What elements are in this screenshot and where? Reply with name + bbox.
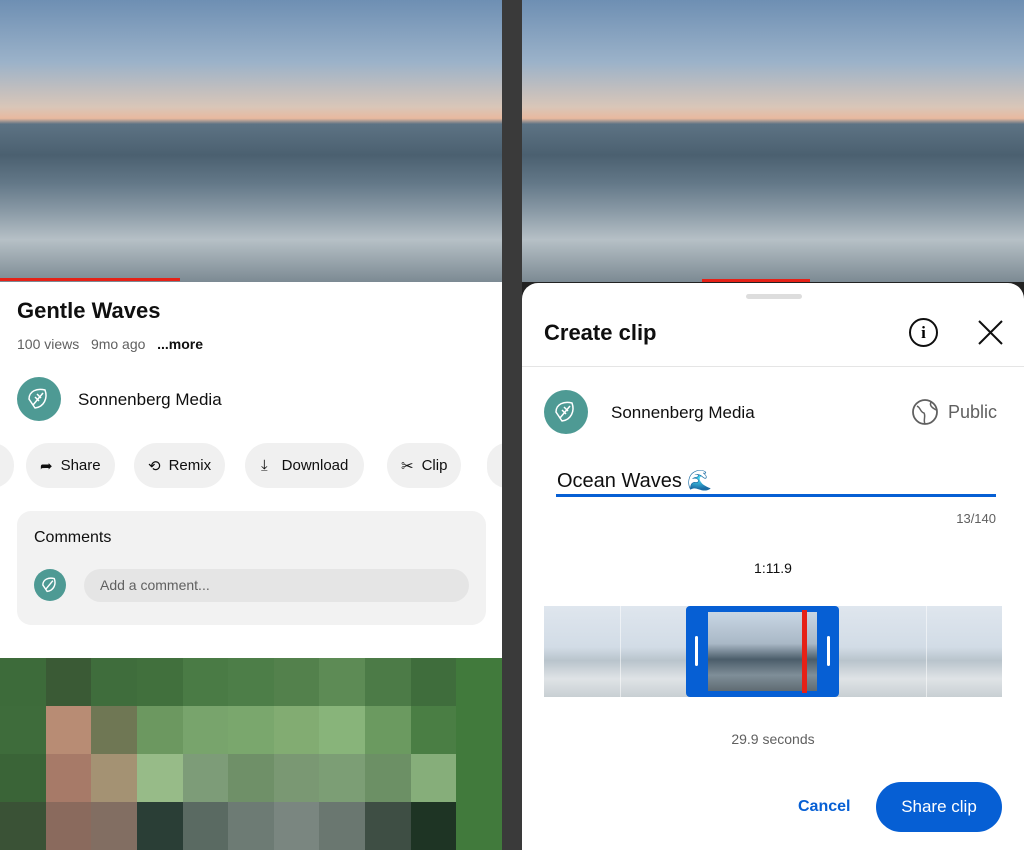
- comments-heading: Comments: [34, 529, 112, 546]
- info-icon[interactable]: i: [909, 318, 938, 347]
- remix-button[interactable]: ⟲ Remix: [134, 443, 226, 488]
- pixel-cell: [410, 658, 457, 706]
- pixel-cell: [365, 706, 411, 754]
- video-title: Gentle Waves: [17, 298, 161, 323]
- selected-frames: [708, 612, 817, 691]
- pixel-cell: [45, 754, 92, 802]
- more-link[interactable]: ...more: [157, 336, 203, 352]
- pixel-cell: [365, 802, 411, 850]
- pixel-cell: [228, 706, 274, 754]
- view-count: 100 views: [17, 336, 80, 352]
- clip-selection-range[interactable]: [686, 606, 839, 697]
- create-clip-panel: Create clip i Sonnenberg Media Public Oc…: [522, 0, 1024, 850]
- action-button-more[interactable]: [487, 443, 502, 488]
- video-player[interactable]: [522, 0, 1024, 282]
- clip-range-indicator: [702, 279, 810, 282]
- clip-button[interactable]: ✂ Clip: [387, 443, 462, 488]
- share-icon: ➦: [40, 457, 53, 475]
- video-player[interactable]: [0, 0, 502, 282]
- pixel-cell: [410, 706, 457, 754]
- pixel-cell: [0, 706, 46, 754]
- close-icon[interactable]: [977, 319, 1004, 346]
- leaf-logo-icon: [28, 388, 47, 409]
- globe-icon[interactable]: [911, 398, 939, 426]
- pixel-cell: [273, 754, 320, 802]
- frame-divider: [926, 606, 927, 697]
- user-avatar: [34, 569, 66, 601]
- pixel-cell: [273, 658, 320, 706]
- pixel-cell: [365, 754, 411, 802]
- pixel-cell: [136, 658, 183, 706]
- comment-input[interactable]: Add a comment...: [84, 569, 469, 602]
- video-progress-bar[interactable]: [0, 278, 180, 281]
- share-button[interactable]: ➦ Share: [26, 443, 115, 488]
- pixel-cell: [365, 658, 411, 706]
- pixel-cell: [319, 802, 366, 850]
- clip-duration: 29.9 seconds: [731, 731, 815, 747]
- channel-name: Sonnenberg Media: [611, 403, 755, 422]
- pixel-cell: [228, 754, 274, 802]
- pixel-cell: [319, 658, 366, 706]
- create-clip-sheet: Create clip i Sonnenberg Media Public Oc…: [522, 283, 1024, 850]
- divider: [522, 366, 1024, 367]
- right-trim-handle[interactable]: [827, 636, 830, 666]
- pixel-cell: [136, 754, 183, 802]
- channel-name[interactable]: Sonnenberg Media: [78, 390, 222, 410]
- playhead[interactable]: [802, 610, 807, 693]
- pixel-cell: [456, 658, 502, 706]
- sheet-title: Create clip: [544, 320, 657, 345]
- leaf-logo-icon: [42, 577, 56, 593]
- pixel-cell: [136, 706, 183, 754]
- pixel-cell: [0, 802, 46, 850]
- pixel-cell: [91, 754, 137, 802]
- pixel-cell: [410, 802, 457, 850]
- upload-age: 9mo ago: [90, 336, 146, 352]
- pixel-cell: [0, 658, 46, 706]
- pixel-cell: [45, 658, 92, 706]
- visibility-selector[interactable]: Public: [948, 402, 997, 423]
- frame-divider: [620, 606, 621, 697]
- remix-icon: ⟲: [148, 457, 161, 475]
- pixel-cell: [228, 802, 274, 850]
- pixel-cell: [136, 802, 183, 850]
- pixel-cell: [45, 802, 92, 850]
- pixelated-thumbnail[interactable]: [0, 658, 502, 850]
- pixel-cell: [182, 658, 229, 706]
- pixel-cell: [182, 706, 229, 754]
- channel-avatar[interactable]: [17, 377, 61, 421]
- left-trim-handle[interactable]: [695, 636, 698, 666]
- channel-avatar: [544, 390, 588, 434]
- pixel-cell: [0, 754, 46, 802]
- comments-section[interactable]: Comments Add a comment...: [17, 511, 486, 625]
- pixel-cell: [182, 754, 229, 802]
- download-icon: ⤓: [261, 457, 268, 474]
- drag-handle[interactable]: [746, 294, 802, 299]
- pixel-cell: [45, 706, 92, 754]
- cancel-button[interactable]: Cancel: [798, 798, 850, 816]
- leaf-logo-icon: [555, 401, 574, 422]
- pixel-cell: [456, 802, 502, 850]
- pixel-cell: [273, 802, 320, 850]
- video-watch-panel: Gentle Waves 100 views 9mo ago ...more S…: [0, 0, 502, 850]
- pixel-cell: [273, 706, 320, 754]
- pixel-cell: [456, 754, 502, 802]
- pixel-cell: [228, 658, 274, 706]
- pixel-cell: [456, 706, 502, 754]
- pixel-cell: [91, 658, 137, 706]
- action-button-hidden[interactable]: [0, 443, 14, 488]
- pixel-cell: [91, 802, 137, 850]
- scissors-icon: ✂: [401, 457, 414, 475]
- share-clip-button[interactable]: Share clip: [876, 782, 1002, 832]
- download-button[interactable]: ⤓ Download: [245, 443, 365, 488]
- character-count: 13/140: [956, 511, 996, 526]
- pixel-cell: [410, 754, 457, 802]
- pixel-cell: [319, 706, 366, 754]
- pixel-cell: [182, 802, 229, 850]
- pixel-cell: [319, 754, 366, 802]
- clip-title-input[interactable]: Ocean Waves 🌊: [556, 465, 996, 497]
- clip-timestamp: 1:11.9: [754, 560, 792, 576]
- pixel-cell: [91, 706, 137, 754]
